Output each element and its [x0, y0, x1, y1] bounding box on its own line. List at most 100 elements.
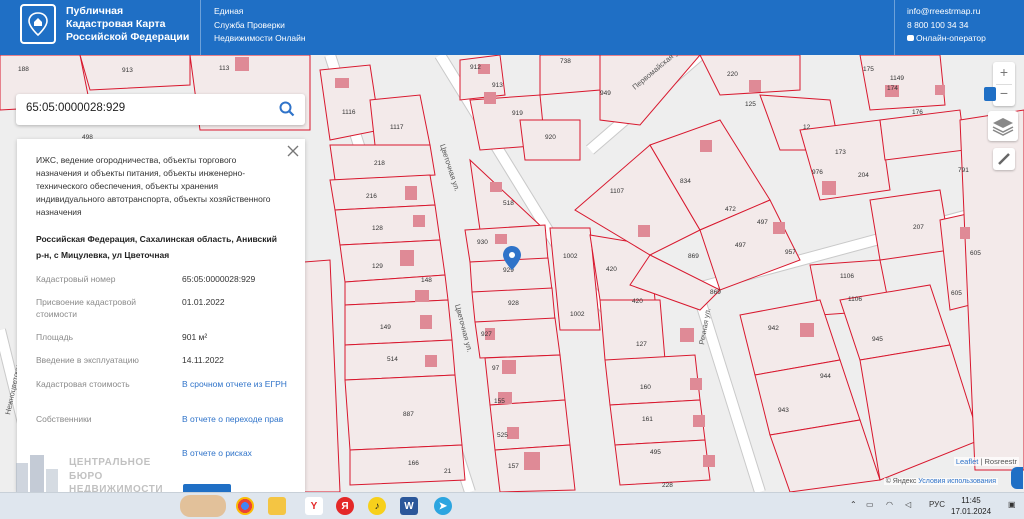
row-value: 901 м² — [182, 332, 208, 342]
header-divider — [200, 0, 201, 55]
row-value: 65:05:0000028:929 — [182, 274, 256, 284]
risk-report-link[interactable]: В отчете о рисках — [182, 447, 292, 459]
close-icon[interactable] — [287, 145, 299, 157]
parcel-label: 912 — [470, 64, 481, 71]
parcel-label: 497 — [735, 242, 746, 249]
fullscreen-icon[interactable] — [984, 87, 996, 101]
permitted-use: ИЖС, ведение огородничества, объекты тор… — [36, 155, 271, 217]
parcel-label: 913 — [492, 82, 503, 89]
logo-icon[interactable] — [20, 4, 56, 44]
parcel-label: 128 — [372, 225, 383, 232]
rosreestr-credit: | Rosreestr — [980, 457, 1017, 466]
parcel-label: 949 — [600, 90, 611, 97]
windows-taskbar: Y Я ♪ W ➤ ⌃ ▭ ◠ ◁ РУС 11:45 17.01.2024 ▣ — [0, 492, 1024, 519]
parcel-label: 472 — [725, 206, 736, 213]
order-report-button[interactable] — [183, 484, 231, 492]
parcel-label: 887 — [403, 411, 414, 418]
leaflet-link[interactable]: Leaflet — [956, 457, 979, 466]
row-label: Введение в эксплуатацию — [36, 355, 139, 365]
parcel-label: 514 — [387, 356, 398, 363]
parcel-label: 21 — [444, 468, 452, 475]
parcel-label: 497 — [757, 219, 768, 226]
word-icon[interactable]: W — [400, 497, 418, 515]
language-indicator[interactable]: РУС — [929, 500, 945, 509]
chevron-up-icon[interactable]: ⌃ — [850, 500, 857, 509]
parcel-label: 943 — [778, 407, 789, 414]
terms-link[interactable]: Условия использования — [918, 478, 996, 485]
volume-icon[interactable]: ◁ — [905, 500, 911, 509]
search-icon[interactable] — [279, 101, 295, 122]
system-clock[interactable]: 11:45 17.01.2024 — [951, 495, 991, 517]
parcel-label: 207 — [913, 224, 924, 231]
clock-time: 11:45 — [961, 496, 981, 505]
parcel-label: 525 — [497, 432, 508, 439]
row-value: 01.01.2022 — [182, 297, 225, 307]
notifications-icon[interactable]: ▣ — [1008, 500, 1016, 509]
parcel-label: 216 — [366, 193, 377, 200]
search-input[interactable]: 65:05:0000028:929 — [26, 102, 125, 114]
parcel-label: 220 — [727, 71, 738, 78]
network-icon[interactable]: ▭ — [866, 500, 874, 509]
parcel-label: 97 — [492, 365, 500, 372]
clock-date: 17.01.2024 — [951, 507, 992, 516]
file-explorer-icon[interactable] — [268, 497, 286, 515]
parcel-label: 495 — [650, 449, 661, 456]
parcel-label: 976 — [812, 169, 823, 176]
parcel-label: 942 — [768, 325, 779, 332]
online-operator-link[interactable]: Онлайн-оператор — [907, 32, 986, 46]
parcel-label: 919 — [512, 110, 523, 117]
parcel-label: 125 — [745, 101, 756, 108]
parcel-label: 1002 — [563, 253, 578, 260]
yandex-icon[interactable]: Я — [336, 497, 354, 515]
parcel-label: 920 — [545, 134, 556, 141]
row-label: Кадастровый номер — [36, 274, 116, 284]
parcel-label: 157 — [508, 463, 519, 470]
phone-link[interactable]: 8 800 100 34 34 — [907, 19, 986, 33]
parcel-label: 945 — [872, 336, 883, 343]
map-attribution: Leaflet | Rosreestr — [953, 457, 1019, 466]
chat-icon — [907, 35, 914, 41]
contacts: info@rreestrmap.ru 8 800 100 34 34 Онлай… — [907, 5, 986, 46]
parcel-label: 913 — [122, 67, 133, 74]
watermark-text: ЦЕНТРАЛЬНОЕ БЮРО НЕДВИЖИМОСТИ — [69, 457, 164, 495]
measure-button[interactable] — [993, 148, 1015, 170]
zoom-out-button[interactable]: − — [993, 85, 1015, 101]
app-header: Публичная Кадастровая Карта Российской Ф… — [0, 0, 1024, 55]
yandex-attribution: © Яндекс Условия использования — [883, 478, 998, 485]
egrn-report-link[interactable]: В срочном отчете из ЕГРН — [182, 378, 292, 390]
parcel-label: 791 — [958, 167, 969, 174]
brand-title[interactable]: Публичная Кадастровая Карта Российской Ф… — [66, 5, 189, 44]
parcel-label: 113 — [219, 65, 230, 72]
email-link[interactable]: info@rreestrmap.ru — [907, 5, 986, 19]
parcel-label: 869 — [688, 253, 699, 260]
parcel-label: 129 — [372, 263, 383, 270]
parcel-label: 160 — [640, 384, 651, 391]
parcel-label: 605 — [951, 290, 962, 297]
parcel-label: 228 — [662, 482, 673, 489]
yandex-browser-icon[interactable]: Y — [305, 497, 323, 515]
parcel-label: 420 — [606, 266, 617, 273]
parcel-label: 930 — [477, 239, 488, 246]
row-label: Кадастровая стоимость — [36, 379, 130, 389]
ruler-icon — [998, 153, 1010, 165]
cadastral-search[interactable]: 65:05:0000028:929 — [16, 94, 305, 125]
ownership-report-link[interactable]: В отчете о переходе прав — [182, 413, 292, 425]
row-value: 14.11.2022 — [182, 355, 224, 365]
cat-widget-icon[interactable] — [180, 495, 226, 517]
parcel-label: 204 — [858, 172, 869, 179]
row-label: Площадь — [36, 332, 74, 342]
parcel-label: 605 — [970, 250, 981, 257]
parcel-label: 1116 — [342, 109, 356, 116]
parcel-label: 188 — [18, 66, 29, 73]
chrome-icon[interactable] — [236, 497, 254, 515]
parcel-label: 1002 — [570, 311, 585, 318]
help-widget-icon[interactable] — [1011, 467, 1023, 489]
header-divider — [894, 0, 895, 55]
telegram-icon[interactable]: ➤ — [434, 497, 452, 515]
layers-button[interactable] — [988, 111, 1018, 141]
zoom-in-button[interactable]: + — [993, 64, 1015, 80]
parcel-label: 1106 — [848, 296, 862, 303]
yandex-music-icon[interactable]: ♪ — [368, 497, 386, 515]
wifi-icon[interactable]: ◠ — [886, 500, 893, 509]
parcel-label: 957 — [785, 249, 796, 256]
